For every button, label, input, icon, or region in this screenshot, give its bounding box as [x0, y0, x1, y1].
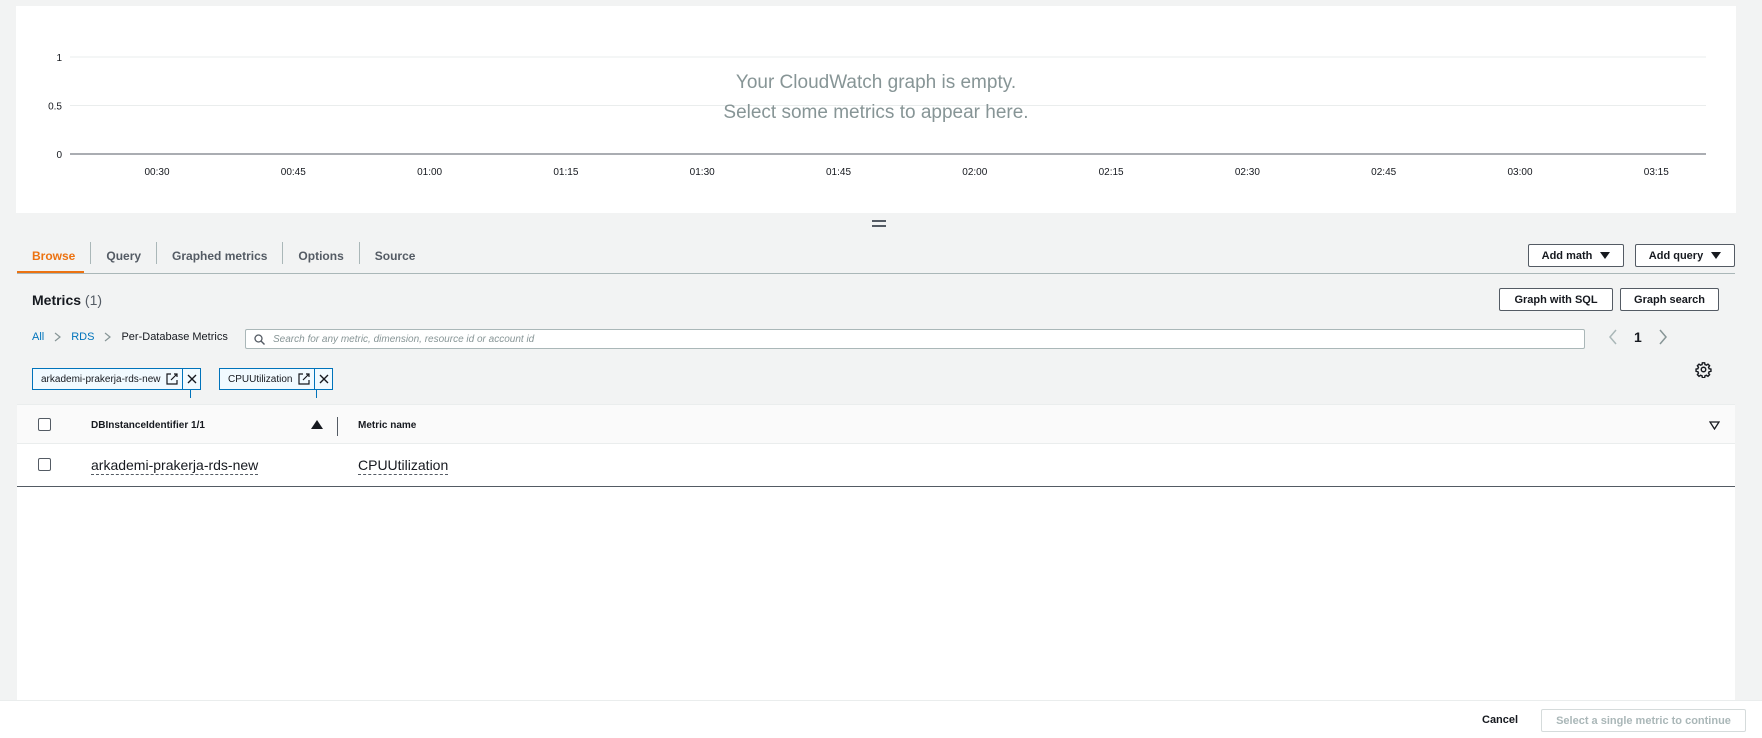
chevron-left-icon[interactable] — [1608, 329, 1618, 345]
current-page[interactable]: 1 — [1634, 329, 1642, 345]
tabs-divider — [17, 273, 1735, 274]
gear-icon[interactable] — [1695, 361, 1712, 378]
metric-tabs: Browse Query Graphed metrics Options Sou… — [17, 240, 430, 274]
chevron-right-icon — [54, 332, 62, 342]
chevron-right-icon[interactable] — [1658, 329, 1668, 345]
breadcrumb-rds[interactable]: RDS — [71, 331, 94, 343]
tab-graphed-metrics[interactable]: Graphed metrics — [157, 242, 284, 264]
table-row[interactable]: arkademi-prakerja-rds-new CPUUtilization — [17, 444, 1735, 487]
empty-graph-message: Your CloudWatch graph is empty. — [735, 72, 1017, 93]
x-tick-label: 01:30 — [690, 167, 715, 178]
x-tick-label: 01:45 — [826, 167, 851, 178]
add-query-button[interactable]: Add query — [1635, 244, 1735, 267]
x-tick-label: 02:15 — [1099, 167, 1124, 178]
breadcrumb-all[interactable]: All — [32, 331, 44, 343]
x-tick-label: 02:45 — [1371, 167, 1396, 178]
remove-token-button[interactable] — [182, 369, 200, 389]
chevron-down-icon — [1600, 252, 1611, 259]
resize-handle-icon[interactable] — [872, 220, 886, 228]
metrics-count: (1) — [84, 292, 103, 308]
graph-search-button[interactable]: Graph search — [1620, 288, 1719, 311]
edit-icon[interactable] — [165, 372, 179, 386]
add-math-button[interactable]: Add math — [1528, 244, 1624, 267]
row-checkbox[interactable] — [38, 458, 51, 471]
breadcrumb-current: Per-Database Metrics — [121, 331, 228, 343]
metric-name-cell[interactable]: CPUUtilization — [358, 457, 449, 475]
edit-icon[interactable] — [297, 372, 311, 386]
tab-options[interactable]: Options — [283, 242, 360, 264]
x-tick-label: 02:00 — [962, 167, 987, 178]
add-math-label: Add math — [1541, 249, 1593, 262]
column-resizer[interactable] — [337, 417, 338, 436]
tab-browse[interactable]: Browse — [17, 242, 92, 264]
footer-bar: Cancel Select a single metric to continu… — [0, 700, 1762, 738]
x-tick-label: 00:30 — [144, 167, 169, 178]
x-tick-label: 02:30 — [1235, 167, 1260, 178]
token-connector — [316, 390, 317, 398]
column-header-instance[interactable]: DBInstanceIdentifier 1/1 — [91, 420, 205, 431]
close-icon — [319, 374, 329, 384]
graph-panel: 1 0.5 0 00:30 00:45 01:00 01:15 01:30 01:45 02:0… — [16, 6, 1736, 213]
y-tick-label: 0 — [56, 150, 62, 161]
remove-token-button[interactable] — [314, 369, 332, 389]
metrics-heading: Metrics (1) — [32, 292, 102, 308]
metric-search — [245, 329, 1585, 349]
table-header: DBInstanceIdentifier 1/1 Metric name — [17, 404, 1735, 444]
filter-token-metric: CPUUtilization — [219, 368, 334, 390]
y-tick-label: 1 — [56, 53, 62, 64]
chevron-down-icon — [1711, 252, 1722, 259]
column-header-metric[interactable]: Metric name — [358, 420, 416, 431]
chevron-right-icon — [105, 332, 112, 342]
token-connector — [190, 390, 191, 398]
x-tick-label: 01:15 — [553, 167, 578, 178]
continue-button[interactable]: Select a single metric to continue — [1541, 709, 1746, 732]
tab-query[interactable]: Query — [91, 242, 158, 264]
x-tick-label: 00:45 — [281, 167, 306, 178]
instance-cell[interactable]: arkademi-prakerja-rds-new — [91, 457, 259, 475]
token-label: arkademi-prakerja-rds-new — [41, 373, 161, 385]
search-icon — [254, 333, 265, 345]
metrics-title: Metrics — [32, 292, 82, 308]
token-label: CPUUtilization — [228, 373, 293, 385]
x-tick-label: 03:00 — [1507, 167, 1532, 178]
empty-graph-hint: Select some metrics to appear here. — [723, 102, 1029, 123]
metrics-table: DBInstanceIdentifier 1/1 Metric name ark… — [17, 404, 1735, 700]
select-all-checkbox[interactable] — [38, 418, 51, 431]
x-tick-label: 03:15 — [1644, 167, 1669, 178]
cancel-button[interactable]: Cancel — [1482, 714, 1518, 726]
tab-source[interactable]: Source — [360, 242, 431, 264]
search-input[interactable] — [273, 333, 1573, 345]
close-icon — [187, 374, 197, 384]
filter-token-instance: arkademi-prakerja-rds-new — [32, 368, 202, 390]
add-query-label: Add query — [1648, 249, 1704, 262]
sort-ascending-icon[interactable] — [311, 420, 323, 429]
graph-with-sql-button[interactable]: Graph with SQL — [1499, 288, 1613, 311]
x-tick-label: 01:00 — [417, 167, 442, 178]
breadcrumb: All RDS Per-Database Metrics — [32, 331, 228, 343]
pagination: 1 — [1608, 329, 1668, 345]
caret-down-icon[interactable] — [1709, 421, 1720, 430]
